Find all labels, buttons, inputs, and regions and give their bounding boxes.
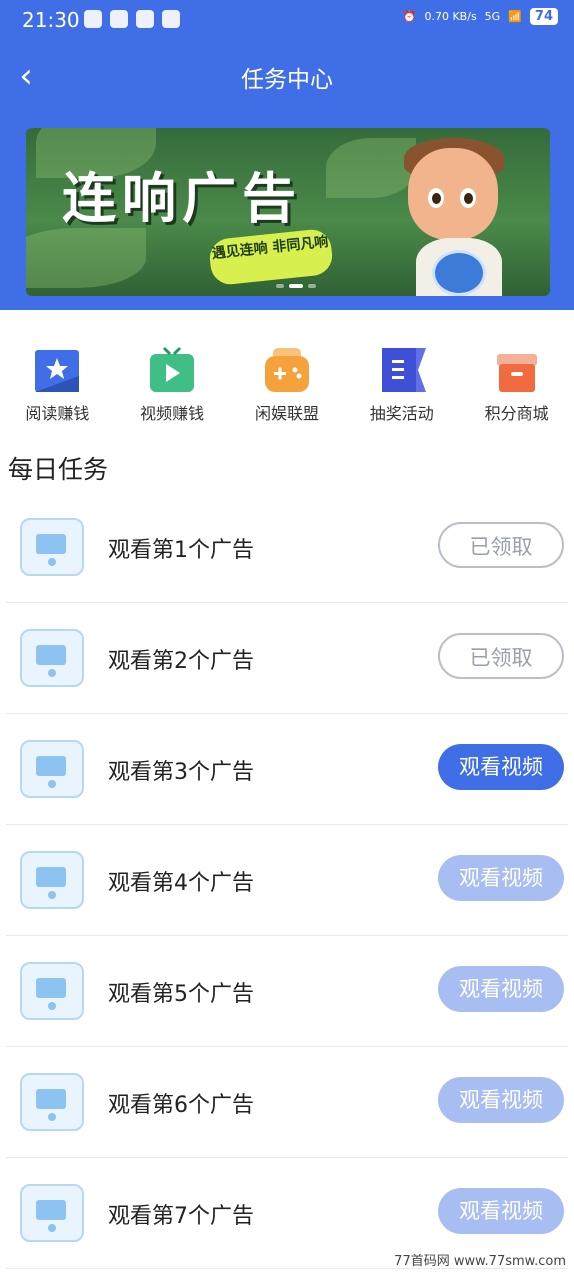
ad-video-icon	[20, 1073, 84, 1131]
cartoon-boy-illustration	[386, 134, 526, 296]
quick-action-label: 抽奖活动	[369, 404, 434, 423]
task-name: 观看第5个广告	[108, 982, 254, 1007]
task-name: 观看第6个广告	[108, 1093, 254, 1118]
task-row: 观看第2个广告 已领取	[6, 603, 568, 714]
task-button[interactable]: 观看视频	[438, 744, 564, 790]
header: 21:30 ⏰ 0.70 KB/s 5G 📶 74 ‹ 任务中心 连响广告 遇见…	[0, 0, 574, 310]
task-button[interactable]: 观看视频	[438, 855, 564, 901]
book-star-icon	[33, 346, 81, 394]
banner-tag: 遇见连响 非同凡响	[207, 227, 335, 287]
task-button[interactable]: 观看视频	[438, 1077, 564, 1123]
task-button[interactable]: 观看视频	[438, 1188, 564, 1234]
gamepad-icon	[263, 346, 311, 394]
battery-level: 74	[529, 8, 558, 25]
toy-icon	[432, 250, 486, 296]
face	[408, 148, 498, 240]
quick-action-label: 阅读赚钱	[25, 404, 90, 423]
quick-action-mall[interactable]: 积分商城	[462, 342, 572, 432]
qq-icon	[136, 10, 154, 28]
message-icon	[110, 10, 128, 28]
status-right: ⏰ 0.70 KB/s 5G 📶 74	[403, 8, 558, 25]
task-row: 观看第5个广告 观看视频	[6, 936, 568, 1047]
carousel-dot	[276, 284, 284, 288]
carousel-indicator	[276, 284, 316, 288]
task-list: 观看第1个广告 已领取 观看第2个广告 已领取 观看第3个广告 观看视频 观看第…	[0, 492, 574, 1269]
chat-icon	[84, 10, 102, 28]
carousel-dot	[308, 284, 316, 288]
task-button[interactable]: 观看视频	[438, 966, 564, 1012]
task-name: 观看第2个广告	[108, 649, 254, 674]
quick-action-label: 视频赚钱	[140, 404, 205, 423]
nav-bar: ‹ 任务中心	[0, 46, 574, 106]
quick-action-lottery[interactable]: 抽奖活动	[347, 342, 457, 432]
task-button[interactable]: 已领取	[438, 633, 564, 679]
ad-video-icon	[20, 1184, 84, 1242]
carousel-dot-active	[289, 284, 303, 288]
quick-action-games[interactable]: 闲娱联盟	[232, 342, 342, 432]
quick-action-label: 闲娱联盟	[254, 404, 319, 423]
gift-box-icon	[493, 346, 541, 394]
task-row: 观看第4个广告 观看视频	[6, 825, 568, 936]
task-name: 观看第7个广告	[108, 1204, 254, 1229]
ad-video-icon	[20, 629, 84, 687]
wifi-icon: 📶	[508, 10, 522, 23]
task-name: 观看第1个广告	[108, 538, 254, 563]
task-row: 观看第6个广告 观看视频	[6, 1047, 568, 1158]
section-title: 每日任务	[8, 455, 109, 484]
watermark: 77首码网 www.77smw.com	[394, 1254, 566, 1269]
network-type: 5G	[484, 10, 501, 23]
task-name: 观看第4个广告	[108, 871, 254, 896]
task-row: 观看第3个广告 观看视频	[6, 714, 568, 825]
alarm-icon: ⏰	[402, 10, 417, 23]
eye-left	[428, 188, 444, 208]
ad-video-icon	[20, 740, 84, 798]
ad-video-icon	[20, 518, 84, 576]
task-name: 观看第3个广告	[108, 760, 254, 785]
quick-action-reading[interactable]: 阅读赚钱	[2, 342, 112, 432]
page-title: 任务中心	[241, 67, 333, 93]
task-row: 观看第1个广告 已领取	[6, 492, 568, 603]
promo-banner[interactable]: 连响广告 遇见连响 非同凡响	[26, 128, 550, 296]
video-camera-icon	[148, 346, 196, 394]
leaf-decoration	[26, 228, 146, 288]
banner-headline: 连响广告	[62, 167, 302, 230]
calendar-icon	[162, 10, 180, 28]
flag-icon	[378, 346, 426, 394]
ad-video-icon	[20, 962, 84, 1020]
notification-icons	[84, 10, 180, 28]
network-speed: 0.70 KB/s	[424, 10, 477, 23]
status-time: 21:30	[22, 8, 80, 32]
quick-action-video[interactable]: 视频赚钱	[117, 342, 227, 432]
quick-actions: 阅读赚钱 视频赚钱 闲娱联盟 抽奖活动 积分商城	[0, 342, 574, 432]
ad-video-icon	[20, 851, 84, 909]
task-button[interactable]: 已领取	[438, 522, 564, 568]
quick-action-label: 积分商城	[484, 404, 549, 423]
status-bar: 21:30 ⏰ 0.70 KB/s 5G 📶 74	[0, 0, 574, 40]
eye-right	[460, 188, 476, 208]
